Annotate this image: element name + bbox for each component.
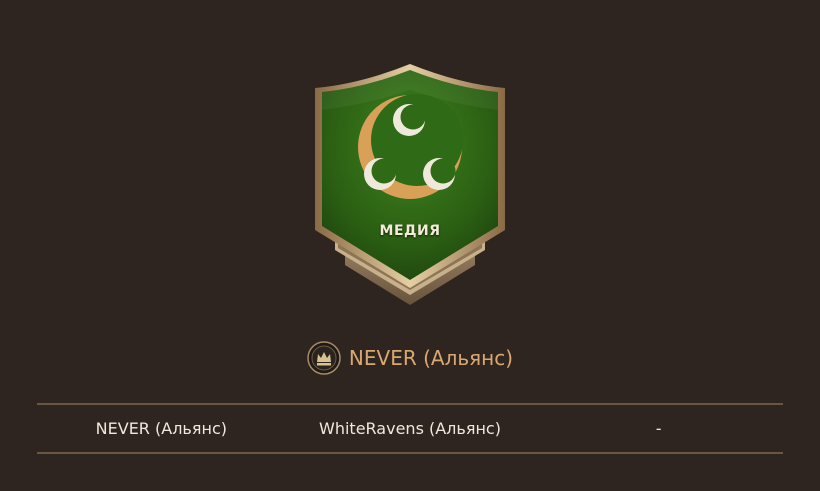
region-emblem: МЕДИЯ — [300, 60, 520, 310]
table-cell: WhiteRavens (Альянс) — [319, 419, 501, 438]
owner-alliance-name: NEVER (Альянс) — [348, 346, 514, 370]
region-banner-shield — [315, 64, 505, 305]
table-cell: NEVER (Альянс) — [95, 419, 227, 438]
owner-alliance: NEVER (Альянс) — [0, 341, 820, 375]
table-row: NEVER (Альянс) WhiteRavens (Альянс) - — [37, 405, 783, 452]
table-bottom-divider — [37, 452, 783, 454]
table-cell: - — [655, 419, 662, 438]
three-crescents-icon — [358, 94, 463, 199]
region-name: МЕДИЯ — [379, 223, 441, 239]
alliance-crown-icon — [307, 341, 341, 375]
